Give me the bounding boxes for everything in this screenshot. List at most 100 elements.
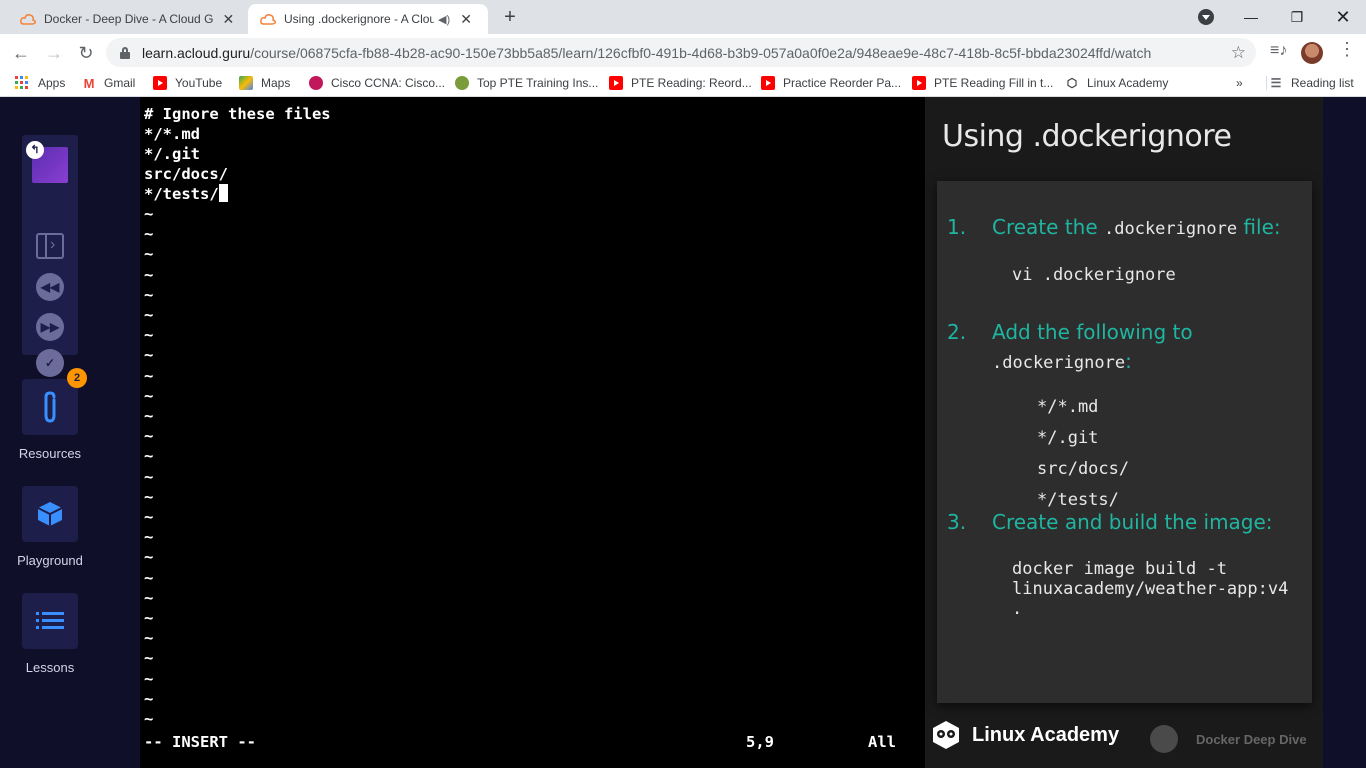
terminal-line: */tests/ bbox=[144, 185, 219, 203]
tab-docker-deep-dive[interactable]: Docker - Deep Dive - A Cloud Gu ✕ bbox=[8, 4, 246, 34]
rewind-icon[interactable]: ◀◀ bbox=[36, 273, 64, 301]
youtube-icon bbox=[912, 76, 926, 90]
resources-button[interactable] bbox=[22, 379, 78, 435]
vim-empty-line: ~ bbox=[144, 568, 154, 587]
bookmark-maps[interactable]: Maps bbox=[239, 76, 290, 90]
resources-label: Resources bbox=[18, 446, 82, 461]
video-terminal[interactable]: # Ignore these files */*.md */.git src/d… bbox=[140, 97, 925, 768]
step-code: .dockerignore bbox=[1104, 219, 1238, 239]
step-number: 1. bbox=[947, 215, 967, 239]
compass-icon bbox=[1150, 725, 1178, 753]
address-bar[interactable]: learn.acloud.guru/course/06875cfa-fb88-4… bbox=[106, 38, 1256, 67]
ignore-item: */*.md bbox=[1037, 397, 1099, 417]
mark-complete-icon[interactable]: ✓ bbox=[36, 349, 64, 377]
step-3-command: linuxacademy/weather-app:v4 bbox=[1012, 579, 1289, 599]
reading-list-icon: ☰ bbox=[1270, 76, 1282, 90]
vim-empty-line: ~ bbox=[144, 225, 154, 244]
terminal-line: # Ignore these files bbox=[144, 105, 331, 123]
vim-empty-line: ~ bbox=[144, 265, 154, 284]
tab-using-dockerignore[interactable]: Using .dockerignore - A Clou ◀) ✕ bbox=[248, 4, 488, 34]
reload-icon[interactable]: ↻ bbox=[73, 40, 99, 66]
close-tab-icon[interactable]: ✕ bbox=[221, 11, 236, 28]
bookmark-gmail[interactable]: M Gmail bbox=[82, 76, 136, 91]
vim-empty-line: ~ bbox=[144, 447, 154, 466]
player-controls: ↰ ◀◀ ▶▶ ✓ bbox=[22, 135, 78, 377]
profile-avatar[interactable] bbox=[1301, 42, 1323, 64]
bookmark-pte-training[interactable]: Top PTE Training Ins... bbox=[455, 76, 598, 90]
maps-icon bbox=[239, 76, 253, 90]
reading-list-button[interactable]: ☰ Reading list bbox=[1266, 76, 1354, 90]
maximize-button[interactable]: ❐ bbox=[1274, 0, 1320, 34]
bookmark-label: Gmail bbox=[104, 76, 136, 90]
close-tab-icon[interactable]: ✕ bbox=[458, 11, 474, 28]
minimize-button[interactable]: — bbox=[1228, 0, 1274, 34]
linux-academy-icon: ⬡ bbox=[1066, 76, 1078, 90]
youtube-icon bbox=[761, 76, 775, 90]
youtube-icon bbox=[609, 76, 623, 90]
back-to-course-icon[interactable]: ↰ bbox=[26, 141, 44, 159]
bookmark-star-icon[interactable]: ☆ bbox=[1231, 43, 1246, 63]
cloud-guru-icon bbox=[260, 11, 276, 27]
list-icon bbox=[36, 612, 64, 629]
terminal-line: src/docs/ bbox=[144, 165, 228, 183]
bookmark-practice-reorder[interactable]: Practice Reorder Pa... bbox=[761, 76, 901, 90]
lessons-label: Lessons bbox=[25, 660, 75, 675]
slide-title: Using .dockerignore bbox=[942, 119, 1232, 154]
tab-title: Docker - Deep Dive - A Cloud Gu bbox=[44, 12, 213, 26]
vim-empty-line: ~ bbox=[144, 427, 154, 446]
cube-icon bbox=[37, 502, 63, 526]
step-3-command: docker image build -t bbox=[1012, 559, 1227, 579]
media-control-icon[interactable]: ≡♪ bbox=[1270, 42, 1287, 60]
resources-badge: 2 bbox=[67, 368, 87, 388]
fast-forward-icon[interactable]: ▶▶ bbox=[36, 313, 64, 341]
bookmark-label: PTE Reading Fill in t... bbox=[934, 76, 1054, 90]
vim-empty-line: ~ bbox=[144, 710, 154, 728]
bookmark-pte-reading-fill[interactable]: PTE Reading Fill in t... bbox=[912, 76, 1053, 90]
course-page: ↰ ◀◀ ▶▶ ✓ 2 Resources Playground Lessons… bbox=[0, 97, 1366, 768]
bookmark-label: Apps bbox=[38, 76, 66, 90]
tab-search-icon[interactable] bbox=[1198, 9, 1214, 25]
course-brand-name: Docker Deep Dive bbox=[1196, 731, 1307, 747]
step-code: .dockerignore bbox=[992, 353, 1126, 373]
course-thumbnail[interactable]: ↰ bbox=[26, 141, 68, 183]
step-3-command: . bbox=[1012, 599, 1023, 619]
vim-mode: -- INSERT -- bbox=[144, 733, 256, 751]
docker-deep-dive-brand: Docker Deep Dive bbox=[1150, 725, 1307, 753]
ignore-item: src/docs/ bbox=[1037, 459, 1130, 479]
bookmark-youtube[interactable]: YouTube bbox=[153, 76, 222, 90]
audio-playing-icon[interactable]: ◀) bbox=[438, 13, 450, 26]
step-2-file: .dockerignore: bbox=[992, 349, 1132, 373]
more-menu-icon[interactable]: ⋮ bbox=[1338, 39, 1356, 60]
linux-academy-logo-icon bbox=[933, 721, 959, 749]
step-1-text: Create the .dockerignore file: bbox=[992, 215, 1281, 239]
terminal-line: */.git bbox=[144, 145, 200, 163]
vim-empty-line: ~ bbox=[144, 285, 154, 304]
bookmark-label: Top PTE Training Ins... bbox=[477, 76, 599, 90]
cisco-icon bbox=[309, 76, 323, 90]
lesson-slide: Using .dockerignore 1. Create the .docke… bbox=[925, 97, 1323, 768]
vim-empty-line: ~ bbox=[144, 386, 154, 405]
vim-empty-line: ~ bbox=[144, 467, 154, 486]
lessons-button[interactable] bbox=[22, 593, 78, 649]
back-icon[interactable]: ← bbox=[8, 40, 34, 66]
new-tab-button[interactable]: + bbox=[498, 6, 522, 30]
terminal-line-cursor: */tests/ bbox=[144, 184, 228, 204]
bookmarks-overflow-icon[interactable]: » bbox=[1236, 76, 1243, 90]
toggle-panel-icon[interactable] bbox=[36, 233, 64, 259]
linux-academy-brand: Linux Academy bbox=[930, 719, 1119, 751]
bookmark-linux-academy[interactable]: ⬡ Linux Academy bbox=[1065, 76, 1169, 90]
forward-icon[interactable]: → bbox=[41, 40, 67, 66]
vim-empty-line: ~ bbox=[144, 508, 154, 526]
vim-empty-line: ~ bbox=[144, 629, 154, 648]
bookmark-cisco[interactable]: Cisco CCNA: Cisco... bbox=[309, 76, 445, 90]
bookmark-pte-reading-reorder[interactable]: PTE Reading: Reord... bbox=[609, 76, 752, 90]
tab-strip: Docker - Deep Dive - A Cloud Gu ✕ Using … bbox=[0, 0, 1366, 34]
playground-button[interactable] bbox=[22, 486, 78, 542]
left-rail: ↰ ◀◀ ▶▶ ✓ 2 Resources Playground Lessons bbox=[0, 97, 100, 768]
vim-empty-line: ~ bbox=[144, 306, 154, 324]
bookmark-label: PTE Reading: Reord... bbox=[631, 76, 752, 90]
step-2-text: Add the following to bbox=[992, 320, 1193, 344]
bookmark-apps[interactable]: Apps bbox=[14, 76, 65, 90]
close-window-button[interactable]: ✕ bbox=[1320, 0, 1366, 34]
url-host: learn.acloud.guru bbox=[142, 44, 251, 61]
